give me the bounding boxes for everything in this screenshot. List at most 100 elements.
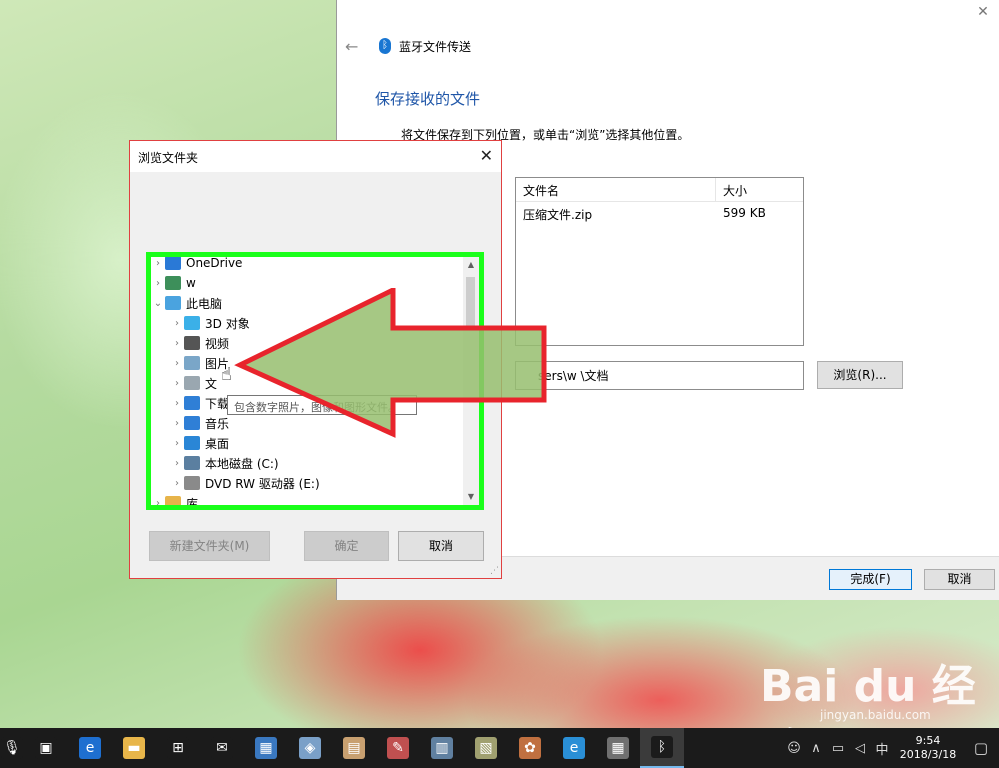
tree-item[interactable]: › 桌面 xyxy=(170,433,229,453)
browse-button[interactable]: 浏览(R)... xyxy=(817,361,903,389)
taskbar-button[interactable]: ▬ xyxy=(112,728,156,768)
scroll-thumb[interactable] xyxy=(466,277,475,327)
taskbar-button[interactable]: ⊞ xyxy=(156,728,200,768)
cube-icon xyxy=(184,316,200,330)
tree-item[interactable]: › 音乐 xyxy=(170,413,229,433)
expand-chevron-icon[interactable]: › xyxy=(170,418,184,429)
system-tray: ☺ ∧ ▭ ◁ 中 9:54 2018/3/18 ▢ xyxy=(783,728,999,768)
tree-item-label: 音乐 xyxy=(205,416,230,431)
mail-icon: ✉ xyxy=(211,737,233,759)
download-icon xyxy=(184,396,200,410)
ok-button[interactable]: 确定 xyxy=(304,531,389,561)
tree-item[interactable]: › 3D 对象 xyxy=(170,313,250,333)
expand-chevron-icon[interactable]: › xyxy=(151,278,165,289)
notes-icon: ▧ xyxy=(475,737,497,759)
app-icon: ◈ xyxy=(299,737,321,759)
tree-item[interactable]: › 下载 xyxy=(170,393,229,413)
taskbar-button[interactable]: e xyxy=(552,728,596,768)
expand-chevron-icon[interactable]: › xyxy=(151,258,165,269)
expand-chevron-icon[interactable]: › xyxy=(170,478,184,489)
taskbar-button[interactable]: ✎ xyxy=(376,728,420,768)
notification-icon[interactable]: ▢ xyxy=(963,739,999,757)
expand-chevron-icon[interactable]: › xyxy=(170,378,184,389)
resize-grip-icon[interactable]: ⋰ xyxy=(490,566,499,576)
close-icon[interactable]: ✕ xyxy=(975,4,991,20)
finish-button[interactable]: 完成(F) xyxy=(829,569,912,590)
network-icon[interactable]: ▭ xyxy=(827,741,849,756)
tree-item-label: DVD RW 驱动器 (E:) xyxy=(205,476,320,491)
back-arrow-icon[interactable]: ← xyxy=(345,37,365,56)
volume-icon[interactable]: ◁ xyxy=(849,741,871,756)
taskbar-button[interactable]: ✉ xyxy=(200,728,244,768)
ime-indicator[interactable]: 中 xyxy=(871,739,893,758)
music-icon xyxy=(184,416,200,430)
tree-item[interactable]: › 文 xyxy=(170,373,217,393)
taskbar-button[interactable]: ▧ xyxy=(464,728,508,768)
cancel-button[interactable]: 取消 xyxy=(924,569,995,590)
taskbar-button[interactable]: ▦ xyxy=(596,728,640,768)
dialog-title: 浏览文件夹 xyxy=(138,151,199,165)
tree-item-label: w xyxy=(186,276,196,290)
library-icon xyxy=(165,496,181,505)
clock-date: 2018/3/18 xyxy=(899,748,957,761)
film-icon xyxy=(184,336,200,350)
expand-chevron-icon[interactable]: › xyxy=(170,438,184,449)
taskbar-button[interactable]: e xyxy=(68,728,112,768)
taskbar-button[interactable]: ◈ xyxy=(288,728,332,768)
scroll-up-icon[interactable]: ▲ xyxy=(463,257,479,273)
file-size-cell: 599 KB xyxy=(723,206,766,220)
clock[interactable]: 9:54 2018/3/18 xyxy=(893,734,963,762)
table-row[interactable]: 压缩文件.zip 599 KB xyxy=(516,202,803,224)
tree-item-label: 下载 xyxy=(205,396,230,411)
expand-chevron-icon[interactable]: › xyxy=(170,398,184,409)
people-icon[interactable]: ☺ xyxy=(783,741,805,756)
tree-item-label: 视频 xyxy=(205,336,230,351)
clock-time: 9:54 xyxy=(915,734,941,747)
hand-cursor-icon: ☝ xyxy=(221,364,232,385)
expand-chevron-icon[interactable]: ⌄ xyxy=(151,298,165,309)
tree-item[interactable]: ⌄ 此电脑 xyxy=(151,293,222,313)
desktop-icon xyxy=(184,436,200,450)
new-folder-button[interactable]: 新建文件夹(M) xyxy=(149,531,270,561)
expand-chevron-icon[interactable]: › xyxy=(170,358,184,369)
taskbar-button[interactable]: ᛒ xyxy=(640,728,684,768)
tree-item[interactable]: › 视频 xyxy=(170,333,229,353)
column-header-name[interactable]: 文件名 xyxy=(516,178,716,201)
taskbar-button[interactable]: 🎙 xyxy=(0,728,24,768)
file-name-cell: 压缩文件.zip xyxy=(523,208,593,222)
column-header-size[interactable]: 大小 xyxy=(716,178,803,201)
tree-item-label: 桌面 xyxy=(205,436,230,451)
tree-item[interactable]: › OneDrive xyxy=(151,257,242,273)
taskbar-button[interactable]: ▤ xyxy=(332,728,376,768)
show-hidden-icon[interactable]: ∧ xyxy=(805,741,827,756)
tree-item[interactable]: › DVD RW 驱动器 (E:) xyxy=(170,473,320,493)
window-title: 蓝牙文件传送 xyxy=(399,39,472,54)
expand-chevron-icon[interactable]: › xyxy=(170,338,184,349)
taskbar-button[interactable]: ▣ xyxy=(24,728,68,768)
document-icon xyxy=(184,376,200,390)
expand-chevron-icon[interactable]: › xyxy=(170,318,184,329)
save-location-input[interactable]: sers\w \文档 xyxy=(515,361,804,390)
tree-item[interactable]: › 库 xyxy=(151,493,199,510)
taskbar-button[interactable]: ✿ xyxy=(508,728,552,768)
folder-tree[interactable]: › OneDrive › w ⌄ 此电脑 › 3D 对象 › 视频 › 图片 › 文 › 下载 › 音乐 › 桌面 › 本… xyxy=(146,252,484,510)
expand-chevron-icon[interactable]: › xyxy=(170,458,184,469)
watermark-url: jingyan.baidu.com xyxy=(820,708,931,722)
expand-chevron-icon[interactable]: › xyxy=(151,498,165,506)
tree-item-label: 库 xyxy=(186,496,199,510)
taskbar-button[interactable]: ▥ xyxy=(420,728,464,768)
scrollbar[interactable]: ▲ ▼ xyxy=(463,257,479,505)
tooltip: 包含数字照片，图像和图形文件。 xyxy=(227,395,417,415)
palette-icon: ✿ xyxy=(519,737,541,759)
tree-item[interactable]: › w xyxy=(151,273,196,293)
computer-icon xyxy=(165,296,181,310)
dialog-titlebar[interactable]: 浏览文件夹 ✕ xyxy=(130,141,501,172)
drive-icon xyxy=(184,456,200,470)
dialog-cancel-button[interactable]: 取消 xyxy=(398,531,484,561)
close-icon[interactable]: ✕ xyxy=(480,146,493,165)
dvd-icon xyxy=(184,476,200,490)
calculator-icon: ▦ xyxy=(607,737,629,759)
taskbar-button[interactable]: ▦ xyxy=(244,728,288,768)
tree-item[interactable]: › 本地磁盘 (C:) xyxy=(170,453,279,473)
scroll-down-icon[interactable]: ▼ xyxy=(463,489,479,505)
